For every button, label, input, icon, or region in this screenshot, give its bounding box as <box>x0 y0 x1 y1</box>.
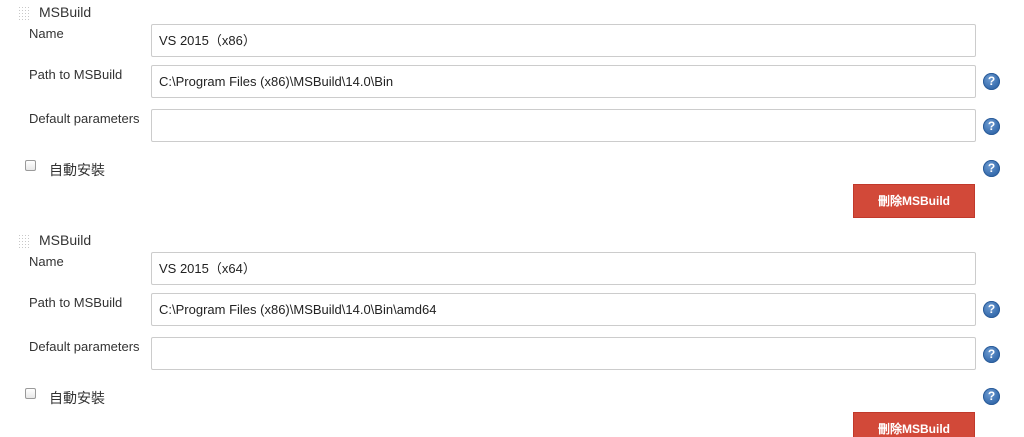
default-parameters-help-icon[interactable]: ? <box>983 346 1000 363</box>
default-parameters-label: Default parameters <box>29 339 140 354</box>
default-parameters-field[interactable] <box>151 337 976 370</box>
default-parameters-help-icon[interactable]: ? <box>983 118 1000 135</box>
path-help-icon[interactable]: ? <box>983 301 1000 318</box>
path-help-icon[interactable]: ? <box>983 73 1000 90</box>
path-label: Path to MSBuild <box>29 67 123 82</box>
default-parameters-field[interactable] <box>151 109 976 142</box>
auto-install-label: 自動安裝 <box>49 390 105 406</box>
section-title: MSBuild <box>39 232 92 248</box>
delete-msbuild-button[interactable]: 刪除MSBuild <box>853 412 975 437</box>
name-field[interactable]: VS 2015（x86） <box>151 24 976 57</box>
delete-msbuild-button[interactable]: 刪除MSBuild <box>853 184 975 218</box>
msbuild-installations-page: MSBuild Name VS 2015（x86） Path to MSBuil… <box>0 0 1024 437</box>
auto-install-help-icon[interactable]: ? <box>983 160 1000 177</box>
drag-handle-icon[interactable] <box>19 232 32 248</box>
default-parameters-label: Default parameters <box>29 111 140 126</box>
msbuild-installation-1: MSBuild Name VS 2015（x86） Path to MSBuil… <box>0 0 1024 228</box>
path-field[interactable]: C:\Program Files (x86)\MSBuild\14.0\Bin\… <box>151 293 976 326</box>
path-field[interactable]: C:\Program Files (x86)\MSBuild\14.0\Bin <box>151 65 976 98</box>
msbuild-installation-2: MSBuild Name VS 2015（x64） Path to MSBuil… <box>0 228 1024 437</box>
name-label: Name <box>29 254 64 269</box>
path-label: Path to MSBuild <box>29 295 123 310</box>
auto-install-checkbox[interactable] <box>25 388 36 399</box>
auto-install-checkbox[interactable] <box>25 160 36 171</box>
name-label: Name <box>29 26 64 41</box>
drag-handle-icon[interactable] <box>19 4 32 20</box>
name-field[interactable]: VS 2015（x64） <box>151 252 976 285</box>
auto-install-help-icon[interactable]: ? <box>983 388 1000 405</box>
auto-install-label: 自動安裝 <box>49 162 105 178</box>
section-title: MSBuild <box>39 4 92 20</box>
